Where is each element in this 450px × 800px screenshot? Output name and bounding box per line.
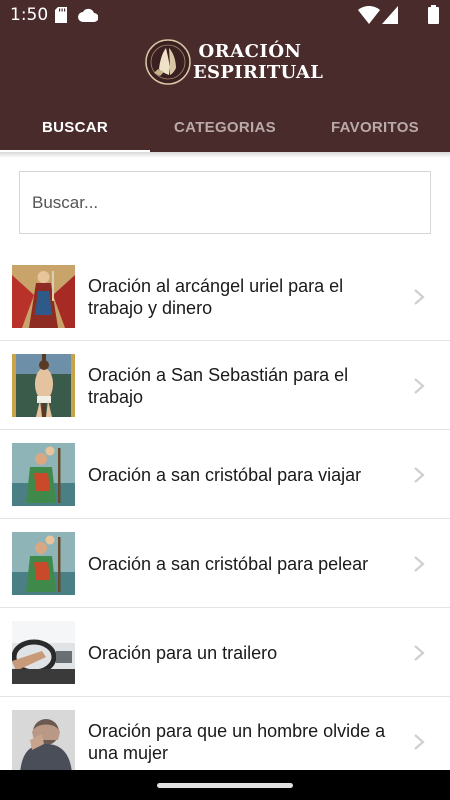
signal-icon: [382, 6, 398, 24]
chevron-right-icon: [414, 467, 425, 483]
cloud-icon: [78, 8, 98, 22]
home-gesture-handle[interactable]: [157, 783, 293, 788]
system-nav-bar: [0, 770, 450, 800]
sad-man-image: [12, 710, 75, 773]
praying-hands-icon: [145, 39, 191, 85]
san-cristobal-image: [12, 532, 75, 595]
san-sebastian-image: [12, 354, 75, 417]
list-item-label: Oración a san cristóbal para pelear: [88, 553, 369, 574]
list-item[interactable]: Oración para un trailero: [0, 608, 450, 697]
archangel-uriel-image: [12, 265, 75, 328]
list-item[interactable]: Oración a san cristóbal para viajar: [0, 430, 450, 519]
sd-card-icon: [55, 7, 67, 23]
search-input[interactable]: [20, 172, 430, 233]
list-item-label: Oración para un trailero: [88, 642, 278, 663]
list-item[interactable]: Oración al arcángel uriel para el trabaj…: [0, 252, 450, 341]
prayer-list: Oración al arcángel uriel para el trabaj…: [0, 252, 450, 786]
header-shadow: [0, 152, 450, 158]
san-cristobal-image: [12, 443, 75, 506]
status-bar: 1:50: [0, 0, 450, 30]
app-title-line1: ORACIÓN: [198, 41, 302, 62]
list-item-label: Oración a San Sebastián para el trabajo: [88, 364, 349, 407]
tab-bar: BUSCAR CATEGORIAS FAVORITOS: [0, 102, 450, 152]
list-item[interactable]: Oración a san cristóbal para pelear: [0, 519, 450, 608]
truck-driver-image: [12, 621, 75, 684]
list-item[interactable]: Oración a San Sebastián para el trabajo: [0, 341, 450, 430]
list-item-label: Oración al arcángel uriel para el trabaj…: [88, 275, 344, 318]
app-title-line2: ESPIRITUAL: [193, 62, 324, 83]
status-time: 1:50: [10, 5, 49, 25]
tab-categorias[interactable]: CATEGORIAS: [150, 102, 300, 152]
tab-favoritos[interactable]: FAVORITOS: [300, 102, 450, 152]
chevron-right-icon: [414, 289, 425, 305]
chevron-right-icon: [414, 378, 425, 394]
chevron-right-icon: [414, 645, 425, 661]
list-item-label: Oración a san cristóbal para viajar: [88, 464, 362, 485]
battery-icon: [428, 5, 439, 24]
wifi-icon: [358, 6, 380, 24]
chevron-right-icon: [414, 734, 425, 750]
tab-buscar[interactable]: BUSCAR: [0, 102, 150, 152]
app-title: ORACIÓN ESPIRITUAL: [193, 41, 323, 83]
app-header: ORACIÓN ESPIRITUAL BUSCAR CATEGORIAS FAV…: [0, 30, 450, 152]
chevron-right-icon: [414, 556, 425, 572]
search-box: [19, 171, 431, 234]
